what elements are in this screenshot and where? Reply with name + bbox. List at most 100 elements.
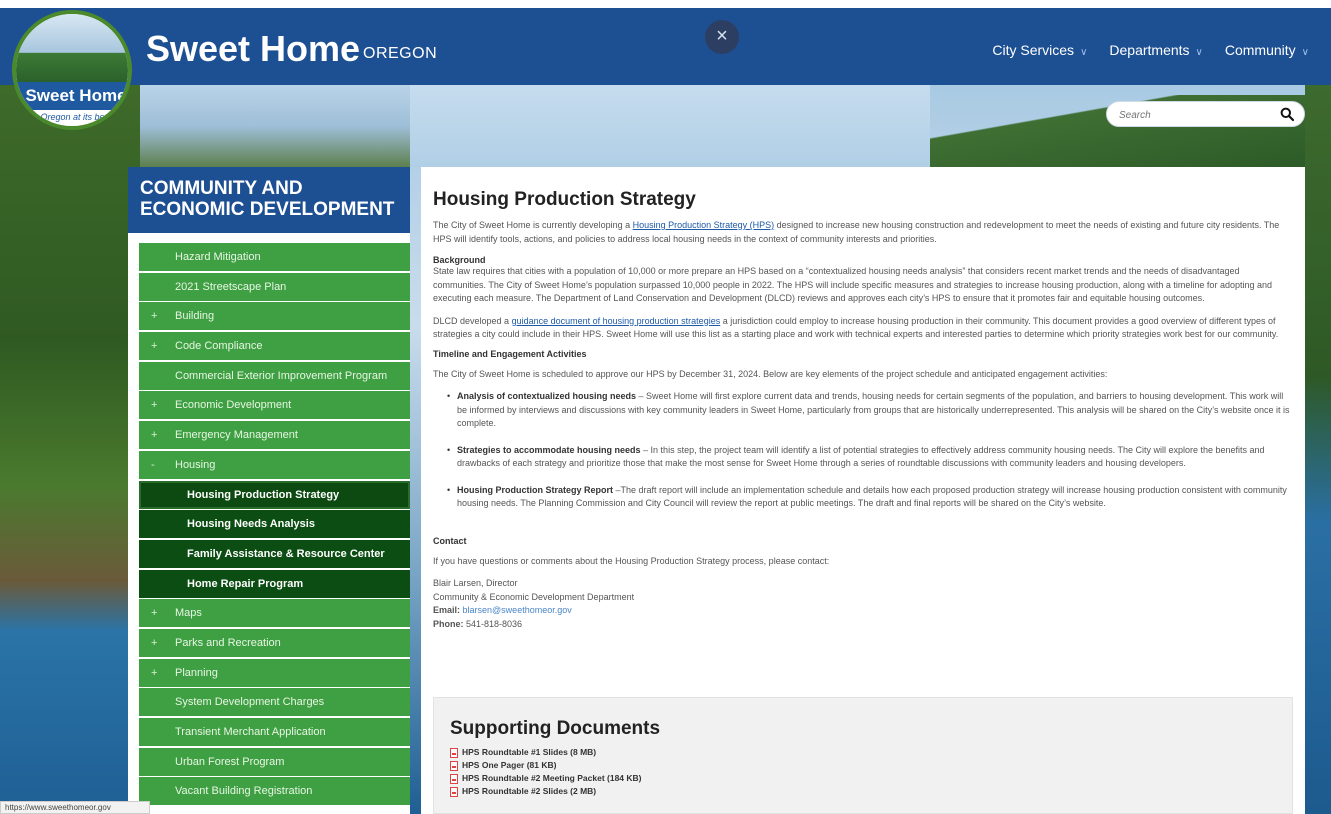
sidebar-item-economic-development[interactable]: + Economic Development — [139, 391, 410, 420]
sidebar-item-label: Hazard Mitigation — [175, 251, 261, 263]
site-header: Sweet Home OREGON × City Services ∨ Depar… — [0, 8, 1331, 85]
sidebar-heading: COMMUNITY AND ECONOMIC DEVELOPMENT — [128, 167, 410, 233]
sidebar-subitem-family-assistance[interactable]: Family Assistance & Resource Center — [139, 539, 410, 568]
sidebar-item-vacant-building[interactable]: Vacant Building Registration — [139, 777, 410, 806]
collapse-icon[interactable]: - — [151, 451, 155, 479]
sidebar-item-label: Housing — [175, 458, 216, 471]
bullet-title: Analysis of contextualized housing needs — [457, 391, 637, 401]
contact-heading: Contact — [433, 535, 467, 546]
expand-icon[interactable]: + — [151, 302, 157, 330]
contact-paragraph: If you have questions or comments about … — [433, 555, 830, 566]
sidebar-subitem-housing-needs-analysis[interactable]: Housing Needs Analysis — [139, 510, 410, 539]
timeline-heading: Timeline and Engagement Activities — [433, 348, 587, 359]
sidebar-item-label: Family Assistance & Resource Center — [187, 547, 385, 560]
sidebar-item-building[interactable]: + Building — [139, 302, 410, 331]
background-trees-top — [140, 85, 410, 167]
document-label: HPS Roundtable #2 Meeting Packet (184 KB… — [462, 773, 642, 783]
nav-label: Departments — [1109, 42, 1190, 58]
expand-icon[interactable]: + — [151, 421, 157, 449]
sidebar-item-planning[interactable]: + Planning — [139, 658, 410, 687]
nav-community[interactable]: Community ∨ — [1225, 42, 1309, 58]
expand-icon[interactable]: + — [151, 659, 157, 687]
sidebar-item-label: Code Compliance — [175, 340, 263, 353]
list-item: Strategies to accommodate housing needs … — [447, 444, 1293, 471]
phone-label: Phone: — [433, 618, 464, 629]
list-item: Analysis of contextualized housing needs… — [447, 390, 1293, 431]
sidebar-item-transient-merchant[interactable]: Transient Merchant Application — [139, 718, 410, 746]
top-strip — [0, 0, 1331, 8]
background-lake-right — [1305, 85, 1331, 814]
sidebar-item-maps[interactable]: + Maps — [139, 599, 410, 628]
sidebar-item-label: Housing Production Strategy — [187, 488, 340, 501]
expand-icon[interactable]: + — [151, 599, 157, 627]
search-icon[interactable] — [1280, 107, 1294, 121]
sidebar-subitem-housing-production-strategy[interactable]: Housing Production Strategy — [139, 480, 410, 509]
nav-label: City Services — [992, 42, 1075, 58]
dlcd-paragraph: DLCD developed a guidance document of ho… — [433, 315, 1293, 342]
dlcd-text: DLCD developed a — [433, 315, 512, 326]
sidebar-item-urban-forest[interactable]: Urban Forest Program — [139, 747, 410, 776]
sidebar-item-emergency-management[interactable]: + Emergency Management — [139, 421, 410, 450]
pdf-icon — [450, 761, 458, 771]
sidebar-item-label: Emergency Management — [175, 429, 298, 442]
document-label: HPS Roundtable #1 Slides (8 MB) — [462, 747, 597, 757]
sidebar-item-label: Commercial Exterior Improvement Program — [175, 369, 388, 382]
phone-number: 541-818-8036 — [466, 618, 523, 629]
sidebar-item-hazard-mitigation[interactable]: Hazard Mitigation — [139, 243, 410, 271]
sidebar-item-streetscape-plan[interactable]: 2021 Streetscape Plan — [139, 272, 410, 301]
site-subtitle: OREGON — [363, 45, 438, 62]
supporting-documents: Supporting Documents HPS Roundtable #1 S… — [433, 697, 1293, 814]
document-label: HPS One Pager (81 KB) — [462, 760, 557, 770]
sidebar-item-label: 2021 Streetscape Plan — [175, 280, 287, 293]
sidebar-item-parks-recreation[interactable]: + Parks and Recreation — [139, 628, 410, 657]
sidebar-item-system-development-charges[interactable]: System Development Charges — [139, 688, 410, 717]
sidebar-subitem-home-repair[interactable]: Home Repair Program — [139, 569, 410, 598]
page-title: Housing Production Strategy — [433, 189, 696, 210]
sidebar-item-housing[interactable]: - Housing — [139, 450, 410, 479]
nav-departments[interactable]: Departments ∨ — [1109, 42, 1202, 58]
sidebar-item-label: Economic Development — [175, 399, 292, 412]
hps-link[interactable]: Housing Production Strategy (HPS) — [633, 220, 775, 230]
sidebar-item-label: Transient Merchant Application — [175, 726, 326, 738]
document-label: HPS Roundtable #2 Slides (2 MB) — [462, 786, 597, 796]
close-button[interactable]: × — [705, 20, 739, 54]
sidebar-item-label: Housing Needs Analysis — [187, 518, 315, 531]
sidebar-item-label: Building — [175, 310, 215, 323]
document-link[interactable]: HPS One Pager (81 KB) — [450, 759, 1276, 772]
sidebar-item-label: Maps — [175, 607, 202, 620]
chevron-down-icon: ∨ — [1080, 47, 1088, 58]
contact-email-row: Email: blarsen@sweethomeor.gov — [433, 604, 1293, 618]
document-link[interactable]: HPS Roundtable #2 Meeting Packet (184 KB… — [450, 772, 1276, 785]
background-paragraph: State law requires that cities with a po… — [433, 266, 1272, 303]
sidebar-item-code-compliance[interactable]: + Code Compliance — [139, 332, 410, 361]
sidebar-item-label: System Development Charges — [175, 696, 325, 709]
intro-text: The City of Sweet Home is currently deve… — [433, 220, 633, 230]
sidebar-item-label: Urban Forest Program — [175, 755, 285, 768]
site-title[interactable]: Sweet Home — [146, 28, 360, 70]
guidance-document-link[interactable]: guidance document of housing production … — [512, 316, 721, 326]
expand-icon[interactable]: + — [151, 629, 157, 657]
sidebar-item-label: Parks and Recreation — [175, 636, 281, 649]
background-sky — [410, 85, 930, 167]
nav-city-services[interactable]: City Services ∨ — [992, 42, 1087, 58]
document-link[interactable]: HPS Roundtable #2 Slides (2 MB) — [450, 785, 1276, 798]
document-link[interactable]: HPS Roundtable #1 Slides (8 MB) — [450, 746, 1276, 759]
city-logo[interactable]: Sweet Home Oregon at its best — [12, 10, 132, 130]
contact-phone-row: Phone: 541-818-8036 — [433, 618, 1293, 632]
logo-text: Sweet Home — [16, 82, 128, 110]
bullet-title: Strategies to accommodate housing needs — [457, 444, 641, 455]
sidebar-nav: Hazard Mitigation 2021 Streetscape Plan … — [128, 233, 410, 814]
chevron-down-icon: ∨ — [1301, 47, 1309, 58]
main-nav: City Services ∨ Departments ∨ Community ∨ — [992, 42, 1309, 58]
sidebar-item-label: Home Repair Program — [187, 577, 304, 590]
status-bar-url: https://www.sweethomeor.gov — [0, 801, 150, 814]
pdf-icon — [450, 774, 458, 784]
search-input[interactable] — [1119, 106, 1269, 124]
email-link[interactable]: blarsen@sweethomeor.gov — [463, 605, 572, 615]
sidebar-item-commercial-exterior[interactable]: Commercial Exterior Improvement Program — [139, 361, 410, 390]
pdf-icon — [450, 787, 458, 797]
expand-icon[interactable]: + — [151, 391, 157, 419]
nav-label: Community — [1224, 42, 1296, 58]
list-item: Housing Production Strategy Report –The … — [447, 484, 1293, 511]
expand-icon[interactable]: + — [151, 332, 157, 360]
